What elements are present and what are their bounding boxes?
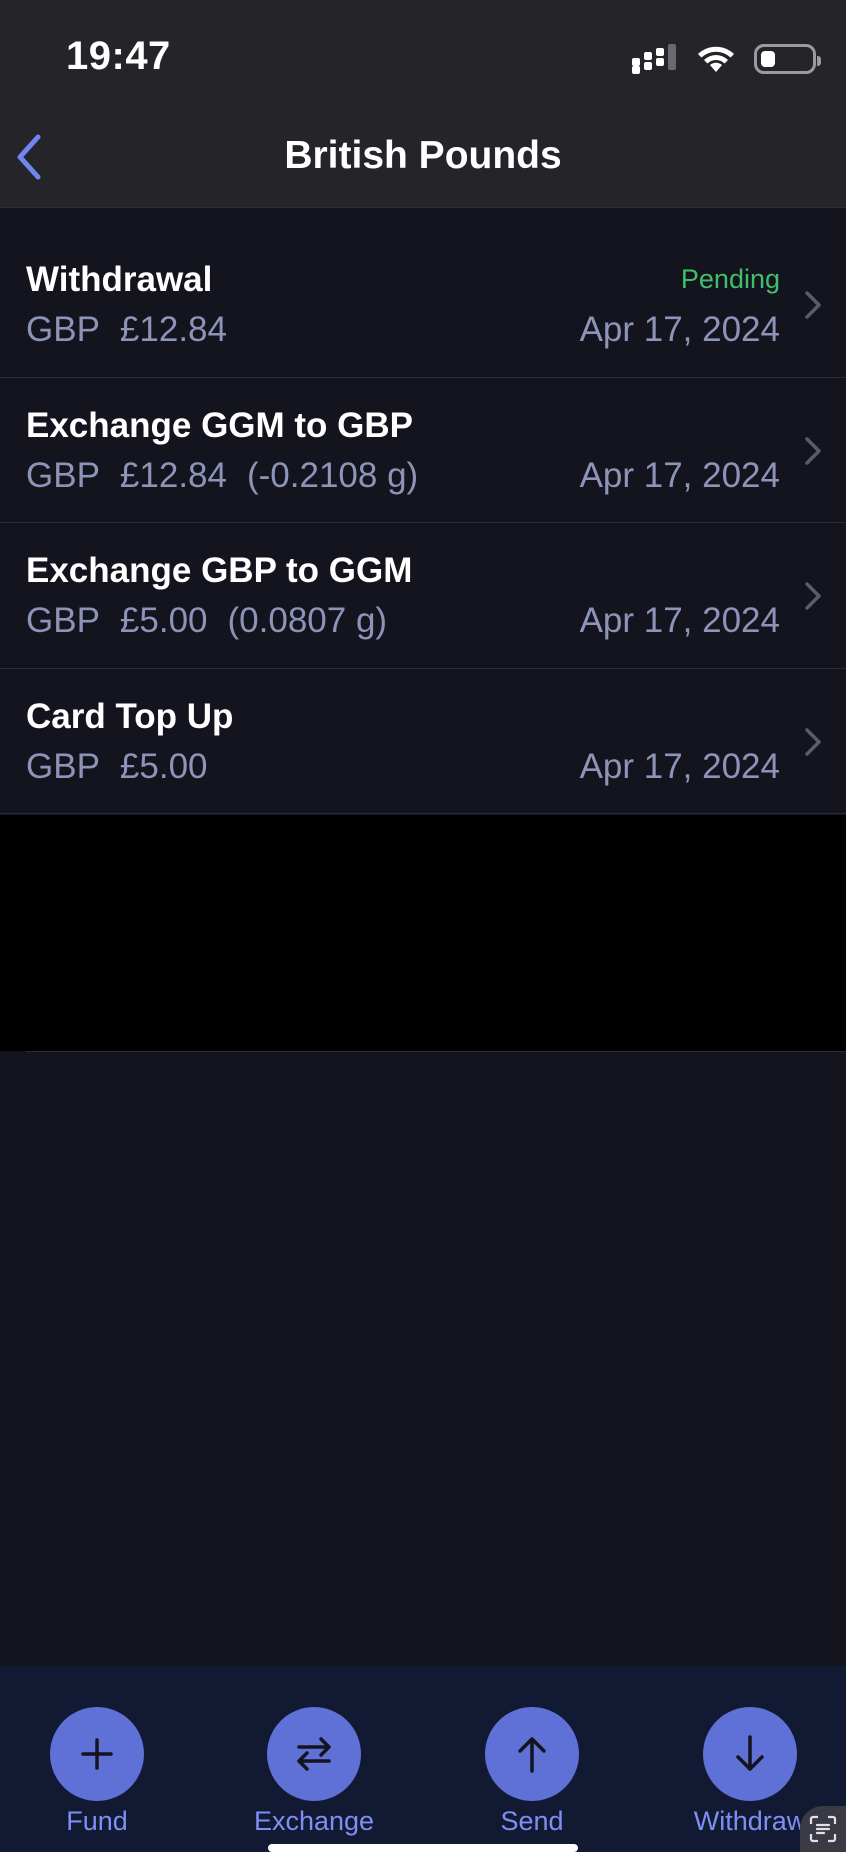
scan-text-button[interactable] bbox=[800, 1806, 846, 1852]
withdraw-circle bbox=[703, 1707, 797, 1801]
transaction-amount-value: £5.00 bbox=[119, 601, 208, 640]
fund-button[interactable]: Fund bbox=[27, 1666, 167, 1852]
home-indicator bbox=[268, 1844, 578, 1852]
arrow-up-icon bbox=[518, 1737, 546, 1773]
transaction-currency: GBP bbox=[26, 601, 100, 640]
chevron-right-icon bbox=[805, 582, 821, 610]
transaction-amount: GBP £12.84 (-0.2108 g) bbox=[26, 456, 418, 496]
transaction-title: Withdrawal bbox=[26, 260, 213, 299]
transaction-currency: GBP bbox=[26, 455, 100, 495]
screen: 19:47 British Pounds Withdrawal GBP £12.… bbox=[0, 0, 846, 1852]
send-button[interactable]: Send bbox=[462, 1666, 602, 1852]
status-time: 19:47 bbox=[66, 34, 171, 78]
transaction-title: Exchange GBP to GGM bbox=[26, 551, 413, 590]
send-label: Send bbox=[500, 1806, 564, 1836]
transaction-date: Apr 17, 2024 bbox=[579, 746, 780, 786]
transaction-amount-value: £12.84 bbox=[119, 310, 227, 349]
exchange-label: Exchange bbox=[253, 1806, 375, 1836]
action-bar: Fund Exchange Send Withdraw bbox=[0, 1666, 846, 1852]
transaction-amount: GBP £5.00 bbox=[26, 747, 208, 787]
top-bar: 19:47 British Pounds bbox=[0, 0, 846, 208]
arrow-down-icon bbox=[736, 1735, 764, 1771]
redacted-block bbox=[0, 815, 846, 1051]
transaction-date: Apr 17, 2024 bbox=[579, 310, 780, 349]
chevron-right-icon bbox=[805, 436, 821, 465]
transaction-row-exchange-ggm-gbp[interactable]: Exchange GGM to GBP GBP £12.84 (-0.2108 g)… bbox=[0, 377, 846, 523]
transaction-grams: (0.0807 g) bbox=[227, 601, 388, 640]
wifi-icon bbox=[698, 46, 734, 72]
transaction-title: Card Top Up bbox=[26, 696, 234, 736]
status-icons bbox=[632, 42, 821, 76]
transaction-currency: GBP bbox=[26, 310, 100, 349]
status-badge-pending: Pending bbox=[680, 264, 780, 294]
cellular-signal-icon bbox=[632, 44, 678, 74]
send-circle bbox=[485, 1707, 579, 1801]
transaction-grams: (-0.2108 g) bbox=[246, 455, 419, 495]
transaction-date: Apr 17, 2024 bbox=[579, 455, 780, 495]
transaction-amount: GBP £5.00 (0.0807 g) bbox=[26, 601, 387, 641]
transaction-title: Exchange GGM to GBP bbox=[26, 405, 413, 445]
exchange-circle bbox=[267, 1707, 361, 1801]
chevron-right-icon bbox=[805, 727, 821, 756]
transaction-row-card-top-up[interactable]: Card Top Up GBP £5.00 Apr 17, 2024 bbox=[0, 668, 846, 814]
exchange-button[interactable]: Exchange bbox=[244, 1666, 384, 1852]
transaction-date: Apr 17, 2024 bbox=[579, 601, 780, 640]
transaction-amount-value: £12.84 bbox=[119, 455, 227, 495]
transaction-list: Withdrawal GBP £12.84 Pending Apr 17, 202… bbox=[0, 232, 846, 814]
scan-text-icon bbox=[809, 1815, 837, 1843]
transaction-amount-value: £5.00 bbox=[119, 746, 208, 786]
plus-icon bbox=[81, 1738, 113, 1770]
transaction-row-withdrawal[interactable]: Withdrawal GBP £12.84 Pending Apr 17, 202… bbox=[0, 232, 846, 378]
battery-icon bbox=[754, 44, 821, 74]
transaction-row-exchange-gbp-ggm[interactable]: Exchange GBP to GGM GBP £5.00 (0.0807 g) A… bbox=[0, 523, 846, 669]
divider bbox=[26, 1051, 846, 1052]
withdraw-button[interactable]: Withdraw bbox=[680, 1666, 820, 1852]
page-title: British Pounds bbox=[284, 134, 562, 177]
transaction-currency: GBP bbox=[26, 746, 100, 786]
fund-label: Fund bbox=[66, 1806, 128, 1836]
transaction-amount: GBP £12.84 bbox=[26, 310, 227, 350]
fund-circle bbox=[50, 1707, 144, 1801]
swap-arrows-icon bbox=[297, 1737, 331, 1771]
chevron-right-icon bbox=[805, 291, 821, 319]
